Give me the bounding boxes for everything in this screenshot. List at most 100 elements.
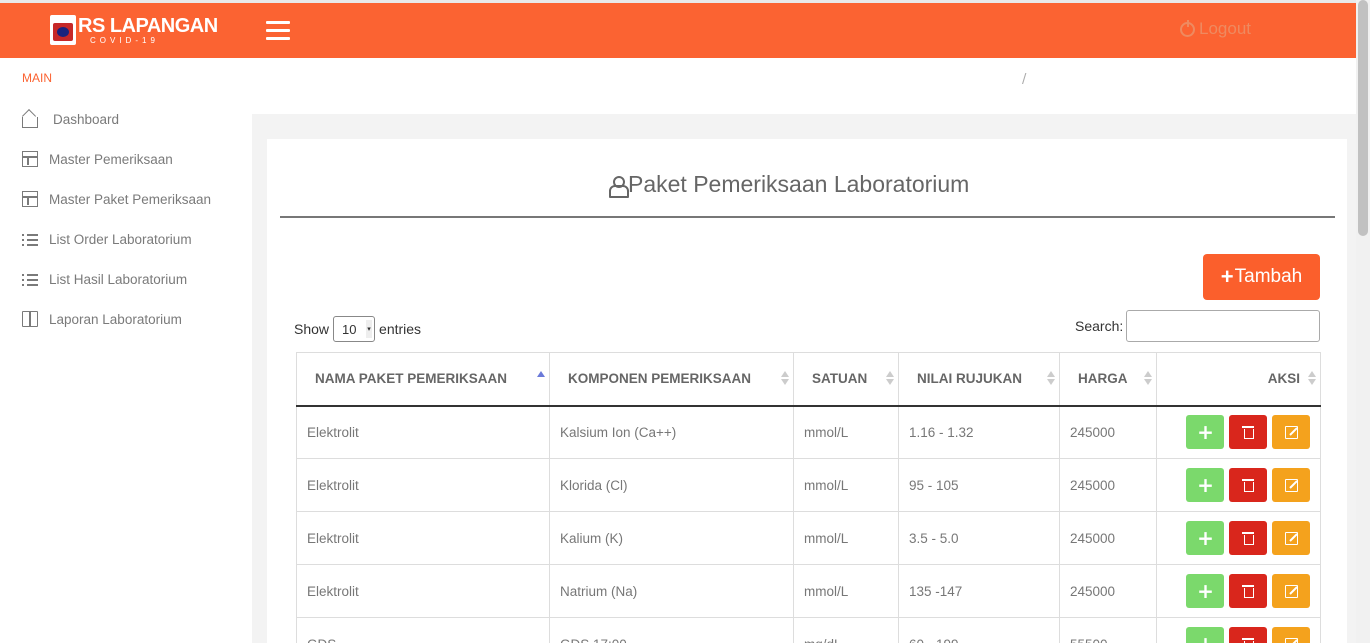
column-header-komponen[interactable]: KOMPONEN PEMERIKSAAN bbox=[549, 352, 794, 407]
delete-button[interactable] bbox=[1229, 468, 1268, 502]
add-row-button[interactable] bbox=[1186, 574, 1225, 608]
chevron-down-icon: ▾ bbox=[366, 320, 373, 338]
doctor-icon bbox=[608, 175, 629, 198]
sidebar-item-label: List Order Laboratorium bbox=[49, 231, 192, 247]
logo[interactable]: RS LAPANGAN COVID-19 bbox=[48, 13, 218, 49]
sidebar-item-label: Dashboard bbox=[53, 111, 120, 127]
sidebar-item-label: Laporan Laboratorium bbox=[49, 311, 182, 327]
sidebar: MAIN bbox=[0, 58, 252, 643]
cell-harga: 245000 bbox=[1059, 405, 1157, 459]
cell-nilai-rujukan: 95 - 105 bbox=[898, 458, 1060, 512]
logo-subtitle: COVID-19 bbox=[90, 36, 159, 45]
sidebar-item-label: List Hasil Laboratorium bbox=[49, 271, 188, 287]
cell-aksi bbox=[1156, 564, 1321, 618]
sidebar-section-label: MAIN bbox=[22, 71, 52, 85]
add-row-button[interactable] bbox=[1186, 468, 1225, 502]
column-header-satuan[interactable]: SATUAN bbox=[793, 352, 899, 407]
top-navbar: RS LAPANGAN COVID-19 Logout bbox=[0, 0, 1356, 58]
sort-asc-icon bbox=[537, 371, 545, 385]
cell-nama-paket: GDS bbox=[296, 617, 550, 643]
sidebar-item-label: Master Paket Pemeriksaan bbox=[49, 191, 212, 207]
sort-icon bbox=[1308, 371, 1316, 385]
add-button[interactable]: + Tambah bbox=[1203, 254, 1320, 300]
table-icon bbox=[22, 151, 38, 167]
column-header-harga[interactable]: HARGA bbox=[1059, 352, 1157, 407]
table-row: Elektrolit Kalium (K) mmol/L 3.5 - 5.0 2… bbox=[296, 511, 1321, 565]
table-header-row: NAMA PAKET PEMERIKSAAN KOMPONEN PEMERIKS… bbox=[296, 352, 1321, 407]
cell-satuan: mmol/L bbox=[793, 458, 899, 512]
cell-harga: 55500 bbox=[1059, 617, 1157, 643]
cell-aksi bbox=[1156, 405, 1321, 459]
cell-satuan: mmol/L bbox=[793, 405, 899, 459]
cell-harga: 245000 bbox=[1059, 458, 1157, 512]
page-length-value: 10 bbox=[342, 321, 357, 337]
delete-button[interactable] bbox=[1229, 415, 1268, 450]
edit-button[interactable] bbox=[1272, 468, 1310, 502]
cell-aksi bbox=[1156, 458, 1321, 512]
scrollbar-thumb[interactable] bbox=[1358, 0, 1368, 236]
sort-icon bbox=[886, 371, 894, 385]
menu-toggle-icon[interactable] bbox=[266, 21, 290, 41]
table-row: Elektrolit Klorida (Cl) mmol/L 95 - 105 … bbox=[296, 458, 1321, 512]
delete-button[interactable] bbox=[1229, 521, 1268, 555]
edit-button[interactable] bbox=[1272, 627, 1310, 643]
cell-komponen: Klorida (Cl) bbox=[549, 458, 794, 512]
add-button-label: Tambah bbox=[1234, 266, 1303, 287]
sidebar-item-master-paket-pemeriksaan[interactable]: Master Paket Pemeriksaan bbox=[22, 189, 211, 209]
cell-nama-paket: Elektrolit bbox=[296, 458, 550, 512]
column-header-nama-paket[interactable]: NAMA PAKET PEMERIKSAAN bbox=[296, 352, 550, 407]
edit-button[interactable] bbox=[1272, 521, 1310, 555]
cell-nama-paket: Elektrolit bbox=[296, 405, 550, 459]
cell-komponen: Natrium (Na) bbox=[549, 564, 794, 618]
sidebar-item-laporan-laboratorium[interactable]: Laporan Laboratorium bbox=[22, 309, 182, 329]
breadcrumb: / bbox=[252, 58, 1356, 114]
sidebar-item-list-hasil-laboratorium[interactable]: List Hasil Laboratorium bbox=[22, 269, 187, 289]
search-input[interactable] bbox=[1126, 310, 1320, 342]
plus-icon: + bbox=[1220, 264, 1234, 289]
logout-label: Logout bbox=[1199, 19, 1251, 38]
delete-button[interactable] bbox=[1229, 574, 1268, 608]
sort-icon bbox=[1144, 371, 1152, 385]
column-header-aksi[interactable]: AKSI bbox=[1156, 352, 1321, 407]
page-title-text: Paket Pemeriksaan Laboratorium bbox=[628, 171, 970, 197]
entries-label: entries bbox=[379, 321, 422, 337]
logo-emblem-icon bbox=[50, 15, 76, 45]
add-row-button[interactable] bbox=[1186, 521, 1225, 555]
sort-icon bbox=[781, 371, 789, 385]
cell-komponen: Kalsium Ion (Ca++) bbox=[549, 405, 794, 459]
column-header-nilai-rujukan[interactable]: NILAI RUJUKAN bbox=[898, 352, 1060, 407]
cell-nilai-rujukan: 135 -147 bbox=[898, 564, 1060, 618]
cell-nilai-rujukan: 3.5 - 5.0 bbox=[898, 511, 1060, 565]
table-row: Elektrolit Kalsium Ion (Ca++) mmol/L 1.1… bbox=[296, 405, 1321, 459]
book-icon bbox=[22, 311, 38, 327]
edit-button[interactable] bbox=[1272, 415, 1310, 450]
page-scrollbar[interactable] bbox=[1356, 0, 1370, 643]
add-row-button[interactable] bbox=[1186, 415, 1225, 450]
page-length-select[interactable]: 10 ▾ bbox=[333, 316, 376, 342]
breadcrumb-separator: / bbox=[1022, 72, 1027, 87]
logout-link[interactable]: Logout bbox=[1180, 19, 1251, 39]
show-label: Show bbox=[294, 321, 330, 337]
home-icon bbox=[22, 116, 38, 128]
paket-table: NAMA PAKET PEMERIKSAAN KOMPONEN PEMERIKS… bbox=[296, 352, 1321, 643]
table-row: Elektrolit Natrium (Na) mmol/L 135 -147 … bbox=[296, 564, 1321, 618]
sidebar-item-dashboard[interactable]: Dashboard bbox=[22, 109, 119, 129]
page-length-control: Show 10 ▾ entries bbox=[294, 316, 421, 342]
add-row-button[interactable] bbox=[1186, 627, 1225, 643]
power-icon bbox=[1180, 19, 1195, 37]
cell-komponen: GDS 17:00 bbox=[549, 617, 794, 643]
cell-nama-paket: Elektrolit bbox=[296, 511, 550, 565]
list-icon bbox=[22, 231, 38, 247]
sidebar-item-master-pemeriksaan[interactable]: Master Pemeriksaan bbox=[22, 149, 173, 169]
delete-button[interactable] bbox=[1229, 627, 1268, 643]
cell-satuan: mmol/L bbox=[793, 511, 899, 565]
cell-nama-paket: Elektrolit bbox=[296, 564, 550, 618]
page-title: Paket Pemeriksaan Laboratorium bbox=[608, 171, 969, 198]
logo-title: RS LAPANGAN bbox=[78, 15, 218, 37]
table-icon bbox=[22, 191, 38, 207]
edit-button[interactable] bbox=[1272, 574, 1310, 608]
cell-harga: 245000 bbox=[1059, 564, 1157, 618]
search-label: Search: bbox=[1075, 318, 1124, 334]
table-row: GDS GDS 17:00 mg/dL 60 - 199 55500 bbox=[296, 617, 1321, 643]
sidebar-item-list-order-laboratorium[interactable]: List Order Laboratorium bbox=[22, 229, 192, 249]
